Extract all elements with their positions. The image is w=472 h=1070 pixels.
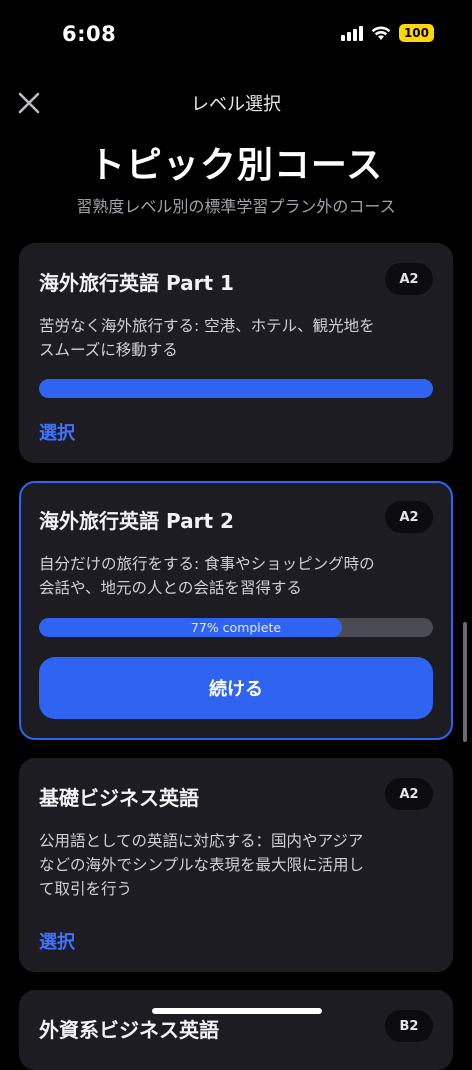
battery-icon: 100 (398, 24, 434, 42)
level-badge: A2 (385, 778, 433, 810)
level-badge: A2 (385, 501, 433, 533)
course-title: 外資系ビジネス英語 (39, 1018, 219, 1042)
course-card-travel-part1[interactable]: 海外旅行英語 Part 1 A2 苦労なく海外旅行する: 空港、ホテル、観光地を… (19, 243, 453, 463)
course-card-basic-business[interactable]: 基礎ビジネス英語 A2 公用語としての英語に対応する：国内やアジア などの海外で… (19, 758, 453, 972)
course-description: 公用語としての英語に対応する：国内やアジア などの海外でシンプルな表現を最大限に… (39, 832, 365, 898)
status-bar: 6:08 100 (0, 0, 472, 70)
header-title: レベル選択 (191, 94, 281, 115)
select-button[interactable]: 選択 (39, 928, 75, 954)
progress-bar (39, 379, 433, 398)
course-card-foreign-business[interactable]: 外資系ビジネス英語 B2 (19, 990, 453, 1070)
continue-button[interactable]: 続ける (39, 657, 433, 719)
progress-bar: 77% complete (39, 618, 433, 637)
status-icons: 100 (340, 24, 434, 42)
wifi-icon (371, 25, 391, 41)
course-title: 海外旅行英語 Part 2 (39, 509, 234, 533)
course-card-travel-part2[interactable]: 海外旅行英語 Part 2 A2 自分だけの旅行をする: 食事やショッピング時の… (19, 481, 453, 740)
cellular-signal-icon (340, 25, 363, 41)
course-description: 苦労なく海外旅行する: 空港、ホテル、観光地を スムーズに移動する (39, 317, 375, 359)
home-indicator[interactable] (152, 1008, 322, 1014)
course-description: 自分だけの旅行をする: 食事やショッピング時の 会話や、地元の人との会話を習得す… (39, 555, 375, 597)
progress-label: 77% complete (190, 620, 282, 635)
level-badge: B2 (385, 1010, 433, 1042)
page-subtitle: 習熟度レベル別の標準学習プラン外のコース (76, 197, 396, 216)
page-title: トピック別コース (88, 145, 384, 186)
course-title: 海外旅行英語 Part 1 (39, 271, 234, 295)
progress-fill (39, 379, 433, 398)
status-time: 6:08 (62, 22, 117, 46)
scrollbar[interactable] (463, 622, 467, 742)
level-badge: A2 (385, 263, 433, 295)
course-title: 基礎ビジネス英語 (39, 786, 199, 810)
select-button[interactable]: 選択 (39, 419, 75, 445)
